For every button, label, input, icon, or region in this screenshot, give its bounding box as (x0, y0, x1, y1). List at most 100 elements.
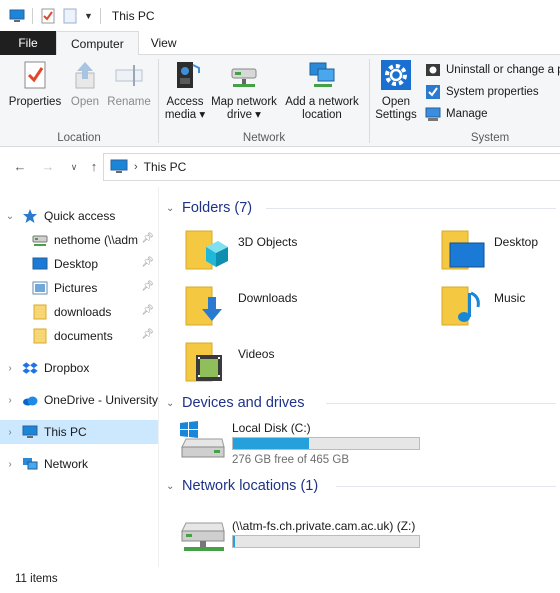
folder-3d-objects[interactable]: 3D Objects (182, 227, 297, 275)
tab-file[interactable]: File (0, 31, 56, 55)
drive-local-disk-c[interactable]: Local Disk (C:) 276 GB free of 465 GB (178, 419, 438, 469)
location-group-label: Location (57, 132, 101, 144)
disk-usage-bar (232, 437, 420, 450)
collapse-chevron-icon[interactable]: ⌄ (166, 398, 174, 409)
network-locations-section-header[interactable]: ⌄ Network locations (1) (166, 475, 556, 497)
folder-music[interactable]: Music (438, 283, 525, 331)
computer-icon[interactable] (9, 8, 25, 24)
expand-chevron-icon[interactable]: › (4, 427, 16, 438)
open-icon (69, 59, 101, 91)
devices-section-header[interactable]: ⌄ Devices and drives (166, 392, 556, 414)
pin-icon[interactable]: 📌︎ (141, 257, 154, 268)
up-arrow-icon[interactable]: ↑ (86, 159, 102, 175)
manage-icon (425, 106, 441, 122)
recent-locations-chevron-icon[interactable]: ∨ (66, 159, 82, 175)
system-properties-check-icon (425, 84, 441, 100)
separator (99, 7, 101, 24)
nav-item-pictures[interactable]: Pictures 📌︎ (0, 276, 158, 300)
pin-icon[interactable]: 📌︎ (141, 329, 154, 340)
separator (336, 486, 556, 487)
quick-access-dropdown-icon[interactable]: ▼ (84, 11, 93, 21)
rename-icon (113, 59, 145, 91)
expand-chevron-icon[interactable]: › (4, 459, 16, 470)
content-pane: ⌄ Folders (7) 3D Objects Desktop Downloa… (160, 187, 560, 567)
manage-button[interactable]: Manage (425, 104, 488, 124)
map-network-drive-label: Map network drive ▾ (211, 96, 277, 121)
settings-gear-icon (380, 59, 412, 91)
properties-icon (19, 59, 51, 91)
nav-item-dropbox[interactable]: › Dropbox (0, 356, 158, 380)
system-properties-button[interactable]: System properties (425, 82, 539, 102)
rename-button[interactable]: Rename (106, 59, 152, 109)
map-network-drive-button[interactable]: Map network drive ▾ (209, 59, 279, 122)
back-arrow-icon[interactable]: ← (12, 159, 28, 175)
network-drive-icon (228, 59, 260, 91)
folder-downloads[interactable]: Downloads (182, 283, 297, 331)
navigation-bar: ← → ∨ ↑ › This PC (0, 147, 560, 187)
uninstall-icon (425, 62, 441, 78)
pin-icon[interactable]: 📌︎ (141, 281, 154, 292)
network-location-icon (306, 59, 338, 91)
folder-icon (32, 328, 48, 344)
address-bar[interactable]: › This PC (103, 153, 560, 181)
network-group: Access media ▾ Map network drive ▾ Add a n… (159, 55, 369, 147)
downloads-folder-icon (182, 283, 230, 329)
separator (266, 208, 556, 209)
location-group: Properties Open Rename Location (0, 55, 158, 147)
nav-item-nethome[interactable]: nethome (\\adm 📌︎ (0, 228, 158, 252)
expand-chevron-icon[interactable]: › (4, 395, 16, 406)
folder-desktop[interactable]: Desktop (438, 227, 538, 275)
pictures-icon (32, 280, 48, 296)
network-group-label: Network (242, 132, 286, 144)
open-settings-button[interactable]: Open Settings (372, 59, 420, 122)
breadcrumb-chevron-icon[interactable]: › (134, 161, 138, 173)
forward-arrow-icon[interactable]: → (40, 159, 56, 175)
nav-item-quick-access[interactable]: ⌄ Quick access (0, 204, 158, 228)
tab-view[interactable]: View (139, 31, 189, 55)
properties-button[interactable]: Properties (6, 59, 64, 109)
ribbon: Properties Open Rename Location Access me… (0, 55, 560, 147)
nav-item-downloads[interactable]: downloads 📌︎ (0, 300, 158, 324)
collapse-chevron-icon[interactable]: ⌄ (4, 211, 16, 222)
uninstall-program-button[interactable]: Uninstall or change a p (425, 60, 560, 80)
folders-section-header[interactable]: ⌄ Folders (7) (166, 197, 556, 219)
network-drive-icon (32, 232, 48, 248)
folder-videos[interactable]: Videos (182, 339, 274, 387)
separator (326, 403, 556, 404)
pin-icon[interactable]: 📌︎ (141, 305, 154, 316)
status-item-count: 11 items (15, 573, 58, 585)
separator (32, 7, 33, 24)
desktop-folder-icon (438, 227, 486, 273)
nav-item-this-pc[interactable]: › This PC (0, 420, 158, 444)
open-button[interactable]: Open (66, 59, 104, 109)
network-drive-usage-bar (232, 535, 420, 548)
nav-item-network[interactable]: › Network (0, 452, 158, 476)
title-bar: ▼ This PC (0, 0, 560, 31)
windows-drive-icon (178, 419, 226, 459)
nav-item-documents[interactable]: documents 📌︎ (0, 324, 158, 348)
ribbon-tabs: File Computer View (0, 31, 560, 56)
access-media-button[interactable]: Access media ▾ (161, 59, 209, 122)
collapse-chevron-icon[interactable]: ⌄ (166, 203, 174, 214)
dropbox-icon (22, 360, 38, 376)
collapse-chevron-icon[interactable]: ⌄ (166, 481, 174, 492)
star-icon (22, 208, 38, 224)
breadcrumb-this-pc[interactable]: This PC (144, 160, 187, 174)
network-icon (22, 456, 38, 472)
tab-computer[interactable]: Computer (56, 31, 139, 56)
open-settings-label: Open Settings (375, 96, 417, 121)
3d-objects-folder-icon (182, 227, 230, 273)
add-network-location-label: Add a network location (285, 96, 359, 121)
onedrive-cloud-icon (22, 392, 38, 408)
properties-check-icon[interactable] (40, 8, 56, 24)
disk-usage-fill (233, 438, 310, 449)
expand-chevron-icon[interactable]: › (4, 363, 16, 374)
window-title: This PC (111, 8, 155, 23)
drive-network-z[interactable]: (\\atm-fs.ch.private.cam.ac.uk) (Z:) (178, 517, 460, 567)
nav-item-onedrive[interactable]: › OneDrive - University (0, 388, 158, 412)
pin-icon[interactable]: 📌︎ (141, 233, 154, 244)
navigation-pane: ⌄ Quick access nethome (\\adm 📌︎ Desktop… (0, 196, 158, 556)
add-network-location-button[interactable]: Add a network location (281, 59, 363, 122)
new-folder-icon[interactable] (62, 8, 78, 24)
nav-item-desktop[interactable]: Desktop 📌︎ (0, 252, 158, 276)
